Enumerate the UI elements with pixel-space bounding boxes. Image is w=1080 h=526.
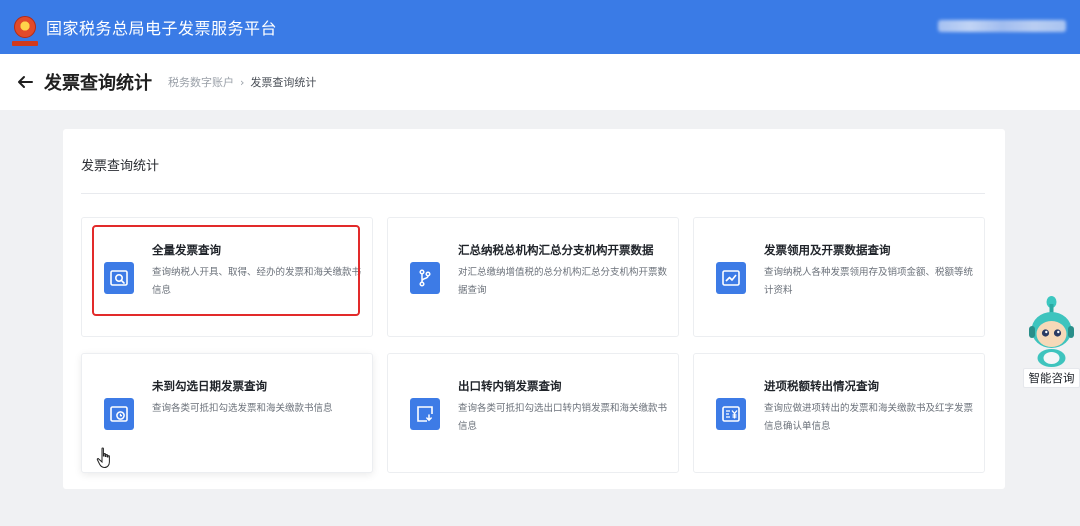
card-desc: 对汇总缴纳增值税的总分机构汇总分支机构开票数据查询 bbox=[458, 267, 668, 296]
panel-title: 发票查询统计 bbox=[81, 159, 160, 174]
card-title: 发票领用及开票数据查询 bbox=[764, 243, 891, 257]
assistant-avatar-icon bbox=[1029, 296, 1074, 367]
card-title: 未到勾选日期发票查询 bbox=[152, 379, 267, 393]
page-title: 发票查询统计 bbox=[44, 73, 152, 94]
assistant-label: 智能咨询 bbox=[1023, 368, 1080, 388]
top-header: 国家税务总局电子发票服务平台 bbox=[0, 0, 1080, 54]
yuan-invoice-icon bbox=[716, 398, 746, 430]
card-input-tax-transfer-query[interactable]: 进项税额转出情况查询 查询应做进项转出的发票和海关缴款书及红字发票信息确认单信息 bbox=[693, 353, 985, 473]
breadcrumb-separator: › bbox=[240, 75, 245, 89]
breadcrumb-current: 发票查询统计 bbox=[250, 76, 317, 89]
card-full-invoice-query[interactable]: 全量发票查询 查询纳税人开具、取得、经办的发票和海关缴款书信息 bbox=[81, 217, 373, 337]
platform-title: 国家税务总局电子发票服务平台 bbox=[46, 19, 278, 38]
card-desc: 查询应做进项转出的发票和海关缴款书及红字发票信息确认单信息 bbox=[764, 403, 974, 432]
card-desc: 查询纳税人开具、取得、经办的发票和海关缴款书信息 bbox=[152, 267, 362, 296]
clock-invoice-icon bbox=[104, 398, 134, 430]
page-scrollbar[interactable] bbox=[1074, 110, 1080, 526]
panel-divider bbox=[81, 193, 985, 194]
page-header: 发票查询统计 税务数字账户 › 发票查询统计 bbox=[0, 54, 1080, 110]
tax-emblem-icon bbox=[12, 10, 38, 46]
back-arrow-icon[interactable] bbox=[16, 73, 34, 91]
card-title: 出口转内销发票查询 bbox=[458, 379, 562, 393]
user-info-blurred[interactable] bbox=[938, 20, 1066, 32]
invoice-search-icon bbox=[104, 262, 134, 294]
export-domestic-icon bbox=[410, 398, 440, 430]
branch-icon bbox=[410, 262, 440, 294]
card-desc: 查询各类可抵扣勾选发票和海关缴款书信息 bbox=[152, 403, 333, 414]
chart-trend-icon bbox=[716, 262, 746, 294]
main-panel: 发票查询统计 全量发票查询 查询纳税人开具、取得、经办的发票和海关缴款书信息 汇… bbox=[63, 129, 1005, 489]
breadcrumb-parent[interactable]: 税务数字账户 bbox=[168, 74, 234, 90]
card-invoice-usage-query[interactable]: 发票领用及开票数据查询 查询纳税人各种发票领用存及销项金额、税额等统计资料 bbox=[693, 217, 985, 337]
breadcrumb: 税务数字账户 › 发票查询统计 bbox=[168, 74, 316, 90]
card-title: 进项税额转出情况查询 bbox=[764, 379, 879, 393]
card-branch-summary-query[interactable]: 汇总纳税总机构汇总分支机构开票数据 对汇总缴纳增值税的总分机构汇总分支机构开票数… bbox=[387, 217, 679, 337]
card-title: 全量发票查询 bbox=[152, 243, 221, 257]
card-pending-selection-query[interactable]: 未到勾选日期发票查询 查询各类可抵扣勾选发票和海关缴款书信息 bbox=[81, 353, 373, 473]
card-desc: 查询纳税人各种发票领用存及销项金额、税额等统计资料 bbox=[764, 267, 974, 296]
smart-assistant[interactable]: 智能咨询 bbox=[1023, 292, 1080, 392]
card-desc: 查询各类可抵扣勾选出口转内销发票和海关缴款书信息 bbox=[458, 403, 668, 432]
hand-cursor-icon bbox=[96, 447, 110, 469]
card-title: 汇总纳税总机构汇总分支机构开票数据 bbox=[458, 243, 654, 257]
card-export-to-domestic-query[interactable]: 出口转内销发票查询 查询各类可抵扣勾选出口转内销发票和海关缴款书信息 bbox=[387, 353, 679, 473]
